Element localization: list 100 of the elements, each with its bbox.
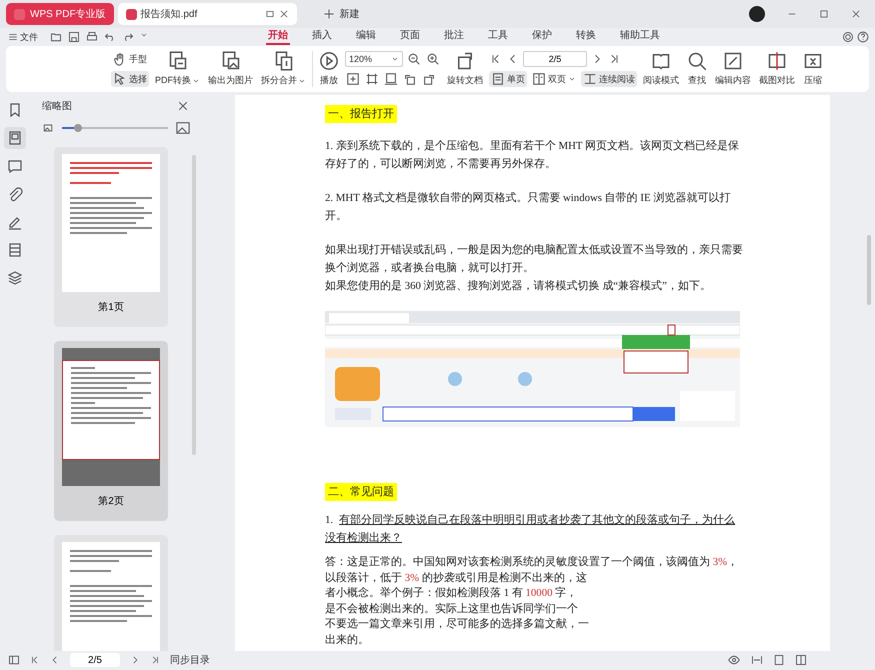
single-page-icon: [773, 654, 785, 666]
ribbon-tab[interactable]: 批注: [442, 29, 466, 45]
sync-toc-label[interactable]: 同步目录: [170, 653, 210, 667]
answer-text-line: 者小概念。举个例子：假如检测段落 1 有 10000 字，: [325, 586, 578, 601]
answer-text-line: 不要选一篇文章来引用，尽可能多的选择多篇文献，一: [325, 617, 589, 632]
panel-title: 缩略图: [42, 100, 72, 113]
section-heading: 二、常见问题: [325, 483, 397, 501]
answer-text-line: 是不会被检测出来的。实际上这里也告诉同学们一个: [325, 602, 578, 616]
two-page-icon: [795, 654, 807, 666]
new-tab-button[interactable]: 新建: [319, 3, 364, 25]
comment-icon: [7, 158, 23, 174]
toolbar-button[interactable]: 旋转文档: [445, 49, 485, 89]
two-page-icon: [532, 72, 546, 86]
zoom-dropdown[interactable]: 120%: [345, 51, 403, 67]
toolbar-button[interactable]: 查找: [685, 49, 709, 89]
paragraph: 如果您使用的是 360 浏览器、搜狗浏览器，请将模式切换 成“兼容模式”，如下。: [325, 278, 712, 294]
toolbar-button[interactable]: 选择: [111, 71, 149, 87]
restore-icon: [265, 9, 276, 19]
document-convert-icon: [168, 51, 188, 71]
panel-toggle-icon: [8, 654, 20, 666]
compress-icon: [803, 51, 823, 71]
fit-width-icon: [751, 654, 763, 666]
help-icon: [857, 31, 869, 43]
caret-icon: [140, 31, 148, 39]
thumbnails-icon: [7, 130, 23, 146]
ribbon-tab[interactable]: 页面: [398, 29, 422, 45]
continuous-scroll-icon: [583, 72, 597, 86]
first-page-icon: [30, 655, 40, 665]
cursor-icon: [113, 72, 127, 86]
toolbar-button[interactable]: 编辑内容: [713, 49, 753, 89]
toolbar-button[interactable]: PDF转换: [153, 49, 202, 89]
avatar[interactable]: [749, 6, 765, 22]
search-icon: [687, 51, 707, 71]
eye-icon: [727, 654, 741, 666]
settings-icon: [842, 31, 854, 43]
split-pages-icon: [274, 51, 294, 71]
toolbar-button[interactable]: 连续阅读: [581, 71, 637, 87]
toolbar-button[interactable]: 手型: [111, 51, 149, 67]
fit-width-icon: [365, 72, 379, 86]
close-icon: [177, 100, 189, 112]
page-number-field[interactable]: 2/5: [70, 653, 120, 667]
toolbar-button[interactable]: 截图对比: [757, 49, 797, 89]
toolbar-button[interactable]: 播放: [317, 49, 341, 89]
edit-frame-icon: [723, 51, 743, 71]
plus-icon: [323, 8, 336, 20]
paperclip-icon: [7, 186, 23, 202]
file-menu[interactable]: 文件: [6, 30, 40, 44]
close-button[interactable]: [176, 99, 190, 113]
print-icon: [86, 31, 98, 43]
page-thumbnail[interactable]: 第1页: [54, 147, 168, 327]
play-icon: [319, 51, 339, 71]
page-number-field[interactable]: 2/5: [523, 51, 587, 67]
question-text: 1. 有部分同学反映说自己在段落中明明引用或者抄袭了其他文的段落或句子，为什么没有检测出来？: [325, 512, 736, 546]
actual-size-icon: [384, 72, 398, 86]
document-tab[interactable]: 报告须知.pdf: [118, 3, 298, 25]
toolbar-button[interactable]: 阅读模式: [641, 49, 681, 89]
large-image-icon: [176, 121, 190, 135]
ribbon-tab[interactable]: 插入: [310, 29, 334, 45]
toolbar-icon-button[interactable]: [364, 71, 380, 87]
form-icon: [7, 242, 23, 258]
slider-handle[interactable]: [74, 124, 82, 132]
page-thumbnail[interactable]: 第2页: [54, 341, 168, 521]
ribbon-tab[interactable]: 工具: [486, 29, 510, 45]
toolbar-button[interactable]: 输出为图片: [206, 49, 255, 89]
rotate-right-icon: [422, 72, 436, 86]
redo-icon: [122, 31, 134, 43]
menu-icon: [8, 32, 18, 42]
book-icon: [651, 51, 671, 71]
save-icon: [68, 31, 80, 43]
paragraph: 2. MHT 格式文档是微软自带的网页格式。只需要 windows 自带的 IE 浏览器就可以打开。: [325, 190, 732, 224]
ribbon-tab[interactable]: 保护: [530, 29, 554, 45]
paragraph: 如果出现打开错误或乱码，一般是因为您的电脑配置太低或设置不当导致的，亲只需要换个浏览器，或者换台电脑，就可以打开。: [325, 242, 744, 276]
rotate-document-icon: [455, 51, 475, 71]
toolbar-icon-button[interactable]: [345, 71, 361, 87]
zoom-in-icon: [426, 52, 440, 66]
ribbon-tab[interactable]: 编辑: [354, 29, 378, 45]
caret-icon: [391, 55, 399, 63]
ribbon-tab[interactable]: 转换: [574, 29, 598, 45]
toolbar-button[interactable]: 压缩: [801, 49, 825, 89]
answer-text-line: 出来的。: [325, 632, 369, 648]
answer-text-line: 答：这是正常的。中国知网对该套检测系统的灵敏度设置了一个阈值，该阈值为 3%，: [325, 555, 738, 570]
toolbar-icon-button[interactable]: [425, 51, 441, 67]
toolbar-button[interactable]: 拆分合并: [259, 49, 308, 89]
document-image-icon: [220, 51, 240, 71]
paragraph: 1. 亲到系统下载的，是个压缩包。里面有若干个 MHT 网页文档。该网页文档已经是保存好了的，可以断网浏览，不需要再另外保存。: [325, 138, 740, 172]
toolbar-button[interactable]: 双页: [530, 71, 578, 87]
last-page-icon: [150, 655, 160, 665]
section-heading: 一、报告打开: [325, 105, 397, 123]
toolbar-icon-button[interactable]: [406, 51, 422, 67]
layers-icon: [7, 270, 23, 286]
ribbon-tab[interactable]: 辅助工具: [618, 29, 662, 45]
undo-icon: [104, 31, 116, 43]
document-tab[interactable]: WPS PDF专业版: [6, 3, 114, 25]
rotate-left-icon: [403, 72, 417, 86]
toolbar-icon-button[interactable]: [383, 71, 399, 87]
maximize-icon: [819, 9, 829, 19]
toolbar-button[interactable]: 单页: [489, 71, 527, 87]
sidebar-button[interactable]: [4, 127, 26, 149]
zoom-out-icon: [407, 52, 421, 66]
close-icon: [851, 9, 861, 19]
